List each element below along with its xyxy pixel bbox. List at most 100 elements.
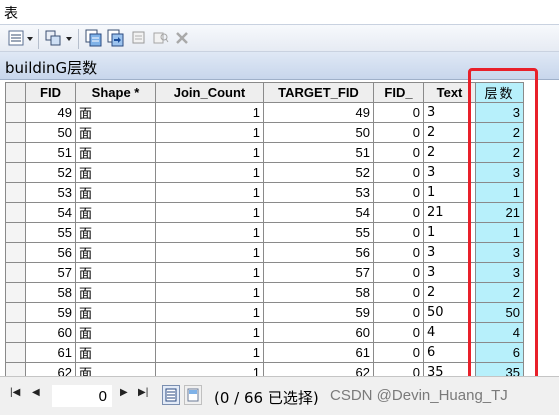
column-header[interactable]: 层数 xyxy=(475,82,524,103)
table-cell[interactable]: 3 xyxy=(423,262,476,283)
table-cell[interactable]: 55 xyxy=(263,222,374,243)
row-selector[interactable] xyxy=(5,362,26,376)
table-cell[interactable]: 6 xyxy=(423,342,476,363)
table-cell[interactable]: 55 xyxy=(25,222,76,243)
table-cell[interactable]: 面 xyxy=(75,342,156,363)
table-cell[interactable]: 3 xyxy=(423,102,476,123)
table-cell[interactable]: 0 xyxy=(373,162,424,183)
table-cell[interactable]: 面 xyxy=(75,142,156,163)
table-cell[interactable]: 2 xyxy=(423,142,476,163)
show-all-records-button[interactable] xyxy=(162,385,180,405)
table-cell[interactable]: 3 xyxy=(423,162,476,183)
table-cell[interactable]: 49 xyxy=(263,102,374,123)
table-cell[interactable]: 面 xyxy=(75,362,156,376)
row-selector[interactable] xyxy=(5,222,26,243)
table-cell[interactable]: 4 xyxy=(423,322,476,343)
table-cell[interactable]: 0 xyxy=(373,362,424,376)
table-cell[interactable]: 54 xyxy=(25,202,76,223)
table-cell[interactable]: 57 xyxy=(263,262,374,283)
table-row[interactable]: 62 面 1 62 0 35 35 xyxy=(5,362,524,376)
table-cell[interactable]: 0 xyxy=(373,142,424,163)
table-options-button[interactable] xyxy=(6,29,36,49)
table-cell[interactable]: 1 xyxy=(423,182,476,203)
table-cell[interactable]: 0 xyxy=(373,262,424,283)
row-selector[interactable] xyxy=(5,142,26,163)
table-row[interactable]: 49 面 1 49 0 3 3 xyxy=(5,102,524,123)
table-cell[interactable]: 0 xyxy=(373,322,424,343)
table-row[interactable]: 51 面 1 51 0 2 2 xyxy=(5,142,524,163)
table-cell[interactable]: 1 xyxy=(155,102,264,123)
table-row[interactable]: 61 面 1 61 0 6 6 xyxy=(5,342,524,363)
table-row[interactable]: 57 面 1 57 0 3 3 xyxy=(5,262,524,283)
table-cell[interactable]: 面 xyxy=(75,262,156,283)
table-cell[interactable]: 50 xyxy=(475,302,524,323)
table-row[interactable]: 52 面 1 52 0 3 3 xyxy=(5,162,524,183)
table-cell[interactable]: 2 xyxy=(475,122,524,143)
column-header[interactable]: FID_ xyxy=(373,82,424,103)
table-cell[interactable]: 3 xyxy=(475,102,524,123)
column-header[interactable]: Text xyxy=(423,82,476,103)
table-cell[interactable]: 2 xyxy=(475,142,524,163)
last-record-icon[interactable]: ▶| xyxy=(138,387,148,398)
column-header[interactable]: TARGET_FID xyxy=(263,82,374,103)
next-record-icon[interactable]: ▶ xyxy=(120,387,128,398)
table-cell[interactable]: 1 xyxy=(155,322,264,343)
table-cell[interactable]: 1 xyxy=(423,222,476,243)
table-cell[interactable]: 2 xyxy=(423,282,476,303)
table-cell[interactable]: 3 xyxy=(475,242,524,263)
table-cell[interactable]: 0 xyxy=(373,342,424,363)
row-selector-header[interactable] xyxy=(5,82,26,103)
table-cell[interactable]: 1 xyxy=(155,182,264,203)
table-cell[interactable]: 53 xyxy=(263,182,374,203)
column-header[interactable]: FID xyxy=(25,82,76,103)
table-cell[interactable]: 面 xyxy=(75,282,156,303)
row-selector[interactable] xyxy=(5,242,26,263)
table-cell[interactable]: 1 xyxy=(475,222,524,243)
table-cell[interactable]: 50 xyxy=(423,302,476,323)
table-cell[interactable]: 3 xyxy=(475,262,524,283)
table-cell[interactable]: 1 xyxy=(155,242,264,263)
first-record-icon[interactable]: |◀ xyxy=(10,387,20,398)
row-selector[interactable] xyxy=(5,302,26,323)
table-cell[interactable]: 62 xyxy=(25,362,76,376)
table-cell[interactable]: 0 xyxy=(373,302,424,323)
row-selector[interactable] xyxy=(5,122,26,143)
table-cell[interactable]: 面 xyxy=(75,102,156,123)
table-cell[interactable]: 面 xyxy=(75,322,156,343)
table-cell[interactable]: 1 xyxy=(155,262,264,283)
table-cell[interactable]: 62 xyxy=(263,362,374,376)
table-cell[interactable]: 52 xyxy=(25,162,76,183)
table-cell[interactable]: 49 xyxy=(25,102,76,123)
table-tab[interactable]: buildinG层数 xyxy=(0,52,559,80)
table-cell[interactable]: 35 xyxy=(423,362,476,376)
row-selector[interactable] xyxy=(5,342,26,363)
table-cell[interactable]: 0 xyxy=(373,182,424,203)
table-cell[interactable]: 56 xyxy=(263,242,374,263)
table-cell[interactable]: 21 xyxy=(423,202,476,223)
table-cell[interactable]: 59 xyxy=(25,302,76,323)
table-cell[interactable]: 1 xyxy=(155,202,264,223)
table-cell[interactable]: 6 xyxy=(475,342,524,363)
table-cell[interactable]: 35 xyxy=(475,362,524,376)
row-selector[interactable] xyxy=(5,322,26,343)
table-cell[interactable]: 面 xyxy=(75,302,156,323)
table-cell[interactable]: 1 xyxy=(155,142,264,163)
table-row[interactable]: 60 面 1 60 0 4 4 xyxy=(5,322,524,343)
table-cell[interactable]: 1 xyxy=(475,182,524,203)
table-cell[interactable]: 51 xyxy=(263,142,374,163)
table-cell[interactable]: 面 xyxy=(75,182,156,203)
table-cell[interactable]: 52 xyxy=(263,162,374,183)
table-row[interactable]: 56 面 1 56 0 3 3 xyxy=(5,242,524,263)
table-cell[interactable]: 1 xyxy=(155,282,264,303)
table-cell[interactable]: 0 xyxy=(373,202,424,223)
table-row[interactable]: 54 面 1 54 0 21 21 xyxy=(5,202,524,223)
related-tables-button[interactable] xyxy=(44,29,74,49)
table-cell[interactable]: 59 xyxy=(263,302,374,323)
table-cell[interactable]: 面 xyxy=(75,202,156,223)
table-cell[interactable]: 2 xyxy=(423,122,476,143)
table-cell[interactable]: 面 xyxy=(75,162,156,183)
table-cell[interactable]: 21 xyxy=(475,202,524,223)
select-by-attributes-button[interactable] xyxy=(84,29,104,49)
table-cell[interactable]: 56 xyxy=(25,242,76,263)
table-cell[interactable]: 3 xyxy=(423,242,476,263)
